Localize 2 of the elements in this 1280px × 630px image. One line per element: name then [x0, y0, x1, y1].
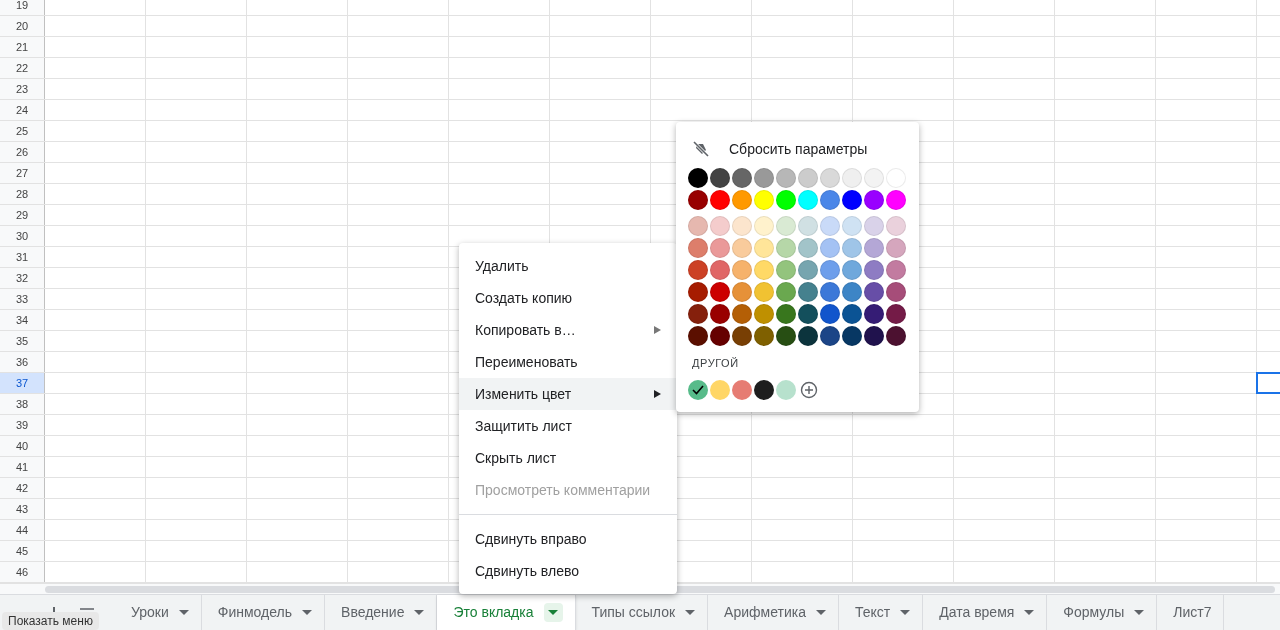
tooltip: Показать меню	[2, 612, 99, 630]
section-label: ДРУГОЙ	[691, 356, 740, 371]
